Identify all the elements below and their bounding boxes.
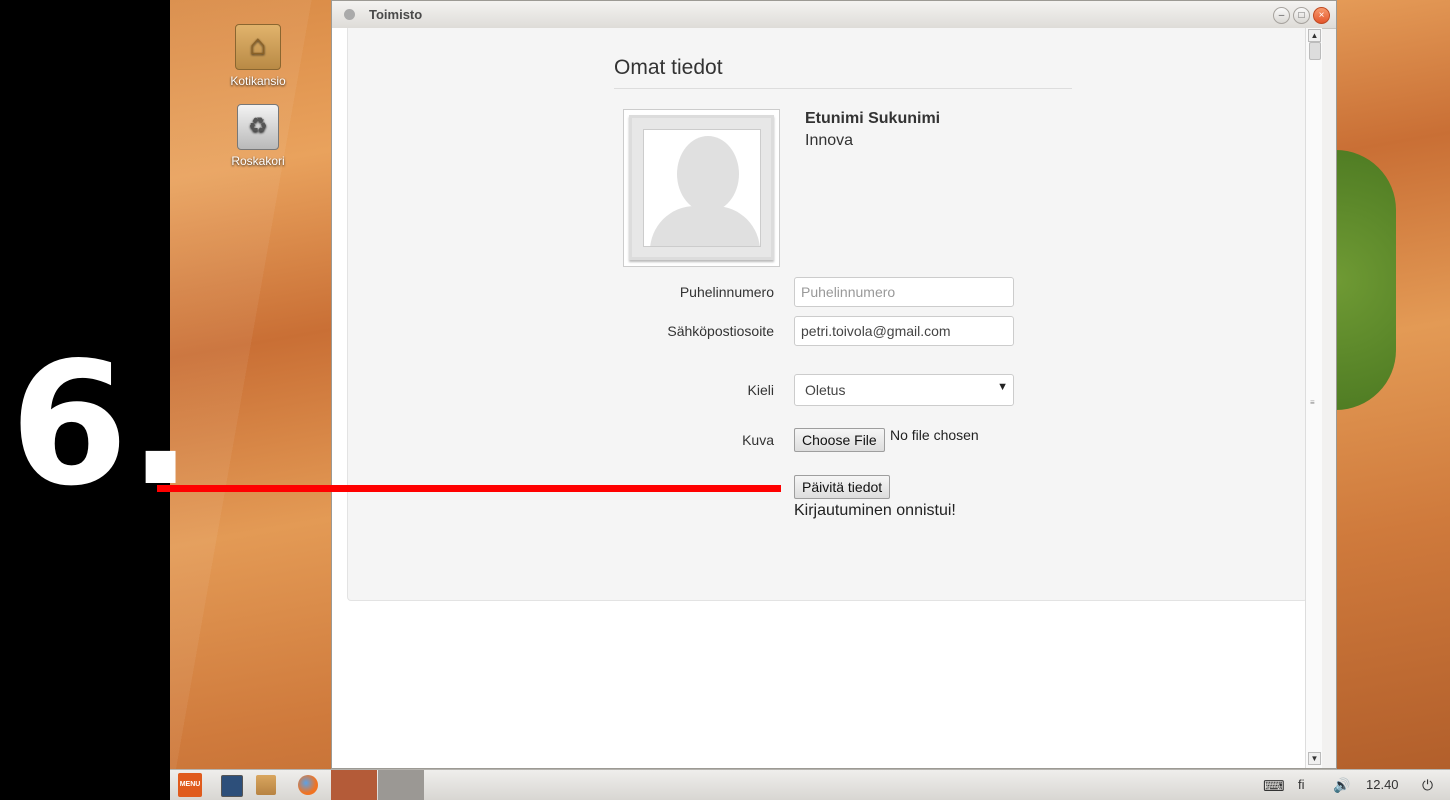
update-info-button[interactable]: Päivitä tiedot xyxy=(794,475,891,499)
clock[interactable]: 12.40 xyxy=(1366,777,1399,792)
menu-button[interactable]: MENU xyxy=(178,773,202,797)
choose-file-button[interactable]: Choose File xyxy=(794,428,885,452)
page-title: Omat tiedot xyxy=(614,56,723,79)
vertical-scrollbar[interactable]: ▲ ≡ ▼ xyxy=(1305,28,1322,768)
avatar-placeholder-icon xyxy=(643,129,761,247)
phone-label: Puhelinnumero xyxy=(679,284,774,300)
desktop-icon-home[interactable]: Kotikansio xyxy=(218,24,298,88)
power-icon[interactable]: ⏻ xyxy=(1422,777,1433,794)
file-manager-icon[interactable] xyxy=(256,775,276,795)
language-label: Kieli xyxy=(747,382,774,398)
close-button[interactable]: × xyxy=(1313,7,1330,24)
home-folder-icon xyxy=(235,24,281,70)
taskbar: MENU ⌨ fi 🔊 12.40 ⏻ xyxy=(170,769,1450,800)
app-icon xyxy=(344,9,355,20)
phone-input[interactable] xyxy=(794,277,1014,307)
chevron-down-icon: ▼ xyxy=(997,381,1008,393)
app-window: Toimisto – □ × Omat tiedot Etunimi Sukun… xyxy=(331,0,1337,769)
annotation-line xyxy=(157,485,781,492)
language-select[interactable]: Oletus ▼ xyxy=(794,374,1014,406)
avatar xyxy=(623,109,780,267)
minimize-button[interactable]: – xyxy=(1273,7,1290,24)
scrollbar-grip-icon: ≡ xyxy=(1310,398,1315,407)
scrollbar-thumb[interactable] xyxy=(1309,42,1321,60)
maximize-button[interactable]: □ xyxy=(1293,7,1310,24)
terminal-icon[interactable] xyxy=(221,775,243,797)
desktop-icon-trash[interactable]: Roskakori xyxy=(218,104,298,168)
picture-label: Kuva xyxy=(742,432,774,448)
email-input[interactable] xyxy=(794,316,1014,346)
user-name: Etunimi Sukunimi xyxy=(805,110,941,127)
trash-icon xyxy=(237,104,279,150)
taskbar-window-button[interactable] xyxy=(331,770,377,800)
language-selected-value: Oletus xyxy=(805,382,846,398)
email-label: Sähköpostiosoite xyxy=(667,323,774,339)
desktop-icon-label: Roskakori xyxy=(231,154,285,168)
window-title: Toimisto xyxy=(369,7,423,22)
taskbar-window-button[interactable] xyxy=(378,770,424,800)
scroll-down-icon[interactable]: ▼ xyxy=(1308,752,1321,765)
user-organization: Innova xyxy=(805,132,854,149)
volume-icon[interactable]: 🔊 xyxy=(1333,777,1350,794)
firefox-icon[interactable] xyxy=(298,775,318,795)
keyboard-icon[interactable]: ⌨ xyxy=(1263,777,1285,795)
keyboard-layout[interactable]: fi xyxy=(1298,777,1305,792)
wallpaper-plant xyxy=(1336,150,1396,410)
web-content: Omat tiedot Etunimi Sukunimi Innova Puhe… xyxy=(332,28,1322,768)
desktop-icon-label: Kotikansio xyxy=(230,74,286,88)
profile-panel: Omat tiedot Etunimi Sukunimi Innova Puhe… xyxy=(347,28,1308,601)
status-message: Kirjautuminen onnistui! xyxy=(794,502,956,519)
title-divider xyxy=(614,88,1072,89)
window-titlebar[interactable]: Toimisto – □ × xyxy=(332,1,1336,29)
file-status: No file chosen xyxy=(890,427,979,443)
scroll-up-icon[interactable]: ▲ xyxy=(1308,29,1321,42)
